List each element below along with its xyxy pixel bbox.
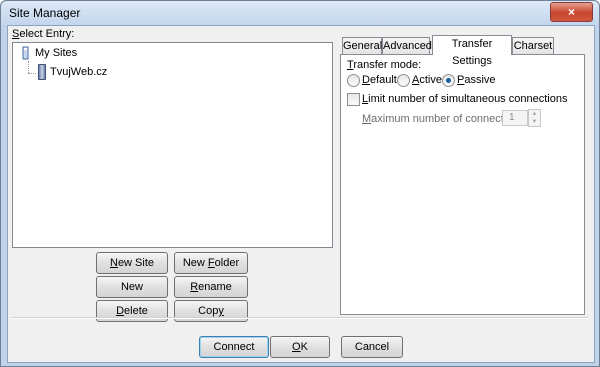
tab-strip: General Advanced Transfer Settings Chars… — [340, 35, 585, 67]
default-radio-label[interactable]: Default — [362, 74, 397, 86]
default-radio[interactable] — [347, 74, 360, 87]
rename-button[interactable]: Rename — [174, 276, 248, 298]
cancel-button[interactable]: Cancel — [341, 336, 403, 358]
max-connections-input[interactable]: 1 — [502, 110, 528, 126]
tree-item-tvujweb[interactable]: TvujWeb.cz — [38, 64, 107, 80]
tree-label-tvujweb: TvujWeb.cz — [50, 66, 108, 78]
spin-down-icon[interactable]: ▼ — [529, 118, 540, 126]
new-folder-button[interactable]: New Folder — [174, 252, 248, 274]
server-icon — [38, 64, 46, 80]
tree-label-my-sites: My Sites — [35, 47, 78, 59]
passive-radio[interactable] — [442, 74, 455, 87]
tab-transfer-settings[interactable]: Transfer Settings — [432, 35, 512, 67]
spin-up-icon[interactable]: ▲ — [529, 110, 540, 118]
tab-charset[interactable]: Charset — [512, 37, 554, 55]
transfer-settings-panel: Transfer mode: Default Active Passive Li… — [340, 54, 585, 315]
tab-general[interactable]: General — [342, 37, 382, 55]
new-bookmark-button[interactable]: New Bookmark — [96, 276, 168, 313]
tree-item-my-sites[interactable]: My Sites — [18, 46, 77, 60]
window-title: Site Manager — [9, 6, 81, 20]
active-radio[interactable] — [397, 74, 410, 87]
tree-connector — [28, 73, 36, 74]
passive-radio-label[interactable]: Passive — [457, 74, 496, 86]
ok-button[interactable]: OK — [270, 336, 330, 358]
active-radio-label[interactable]: Active — [412, 74, 442, 86]
close-icon: × — [567, 5, 575, 19]
connect-button[interactable]: Connect — [199, 336, 269, 358]
tab-advanced[interactable]: Advanced — [382, 37, 432, 55]
dialog-body: Select Entry: My Sites TvujWeb.cz New Si… — [7, 25, 595, 363]
site-tree[interactable]: My Sites TvujWeb.cz — [12, 42, 333, 248]
title-bar: Site Manager × — [1, 1, 599, 25]
close-button[interactable]: × — [550, 2, 593, 22]
limit-connections-label[interactable]: Limit number of simultaneous connections — [362, 93, 567, 105]
transfer-mode-label: Transfer mode: — [347, 59, 422, 71]
max-connections-spinner[interactable]: ▲ ▼ — [528, 109, 541, 127]
folder-icon — [22, 46, 29, 60]
limit-connections-checkbox[interactable] — [347, 93, 360, 106]
site-manager-window: Site Manager × Select Entry: My Sites Tv… — [0, 0, 600, 367]
tree-connector — [28, 61, 29, 73]
separator — [12, 317, 588, 319]
select-entry-label: Select Entry: — [12, 28, 75, 40]
new-site-button[interactable]: New Site — [96, 252, 168, 274]
